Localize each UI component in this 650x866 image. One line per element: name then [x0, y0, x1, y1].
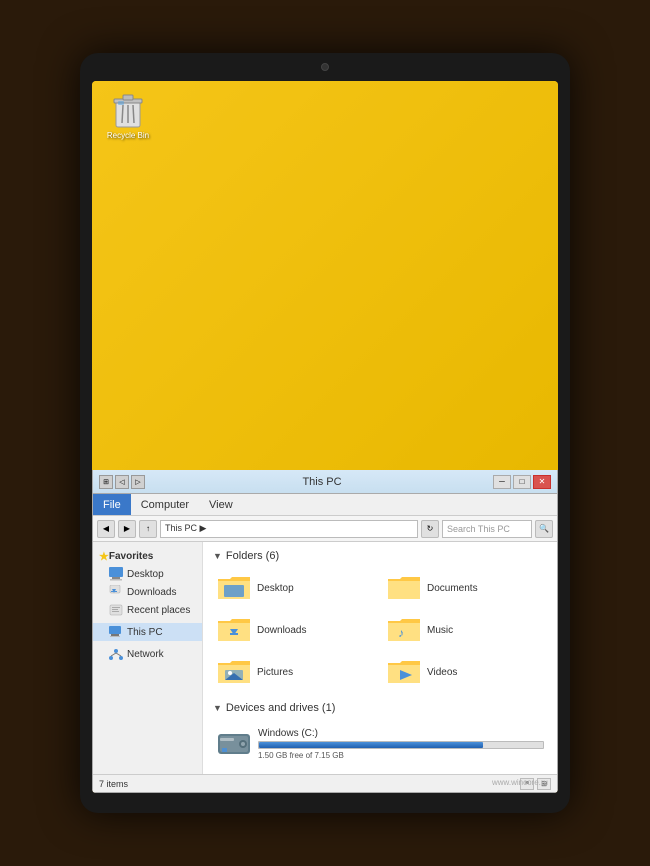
address-bar[interactable]: This PC ▶ — [160, 520, 418, 538]
address-text: This PC ▶ — [165, 523, 206, 534]
this-pc-label: This PC — [127, 627, 163, 638]
back-nav-button[interactable]: ◀ — [97, 520, 115, 538]
desktop-icon — [109, 567, 123, 581]
sidebar-item-network[interactable]: Network — [93, 645, 202, 663]
sidebar-item-desktop[interactable]: Desktop — [93, 565, 202, 583]
folder-music-label: Music — [427, 625, 453, 636]
menu-bar: File Computer View — [93, 494, 557, 516]
forward-icon[interactable]: ▷ — [131, 475, 145, 489]
star-icon: ★ — [99, 550, 109, 563]
network-label: Network — [127, 649, 164, 660]
file-menu[interactable]: File — [93, 494, 131, 515]
folder-documents[interactable]: Documents — [383, 570, 547, 606]
network-icon — [109, 647, 123, 661]
desktop-label: Desktop — [127, 569, 164, 580]
this-pc-section: This PC — [93, 623, 202, 641]
folder-desktop[interactable]: Desktop — [213, 570, 377, 606]
folders-grid: Desktop Documents — [213, 570, 547, 690]
computer-menu[interactable]: Computer — [131, 494, 199, 515]
folder-downloads-icon — [216, 615, 252, 645]
items-count: 7 items — [99, 779, 128, 789]
tablet-screen: Recycle Bin ⊞ ◁ ▷ This PC ─ □ ✕ — [92, 81, 558, 793]
favorites-label: Favorites — [109, 551, 153, 562]
recycle-bin-label: Recycle Bin — [107, 131, 149, 141]
folder-pictures[interactable]: Pictures — [213, 654, 377, 690]
folder-music-icon: ♪ — [386, 615, 422, 645]
up-nav-button[interactable]: ↑ — [139, 520, 157, 538]
explorer-window: ⊞ ◁ ▷ This PC ─ □ ✕ File Computer View — [92, 470, 558, 793]
folder-downloads[interactable]: Downloads — [213, 612, 377, 648]
downloads-icon — [109, 585, 123, 599]
folder-pictures-label: Pictures — [257, 667, 293, 678]
close-button[interactable]: ✕ — [533, 475, 551, 489]
back-icon[interactable]: ◁ — [115, 475, 129, 489]
folder-videos-icon — [386, 657, 422, 687]
this-pc-icon — [109, 625, 123, 639]
recent-icon — [109, 603, 123, 617]
search-bar[interactable]: Search This PC — [442, 520, 532, 538]
refresh-button[interactable]: ↻ — [421, 520, 439, 538]
recycle-bin[interactable]: Recycle Bin — [104, 93, 152, 141]
folder-documents-label: Documents — [427, 583, 478, 594]
window-title: This PC — [151, 476, 493, 488]
drive-windows-c[interactable]: Windows (C:) 1.50 GB free of 7.15 GB — [213, 722, 547, 766]
title-bar-icons: ⊞ ◁ ▷ — [99, 475, 145, 489]
search-icon[interactable]: 🔍 — [535, 520, 553, 538]
sidebar-item-downloads[interactable]: Downloads — [93, 583, 202, 601]
minimize-button[interactable]: ─ — [493, 475, 511, 489]
drives-arrow-icon: ▼ — [213, 703, 222, 713]
maximize-button[interactable]: □ — [513, 475, 531, 489]
recycle-bin-icon — [112, 93, 144, 129]
svg-text:♪: ♪ — [398, 626, 404, 640]
main-content: ★ Favorites Desktop — [93, 542, 557, 774]
folders-section-header: ▼ Folders (6) — [213, 550, 547, 562]
drive-bar-fill — [259, 742, 483, 748]
folder-videos-label: Videos — [427, 667, 457, 678]
status-bar: 7 items ≡ ⊞ — [93, 774, 557, 792]
watermark: www.wincore.ru — [492, 778, 548, 787]
downloads-label: Downloads — [127, 587, 176, 598]
desktop-area: Recycle Bin — [92, 81, 558, 470]
drives-section-label: Devices and drives (1) — [226, 702, 335, 714]
drive-c-icon — [216, 726, 252, 762]
sidebar-item-thispc[interactable]: This PC — [93, 623, 202, 641]
window-controls: ─ □ ✕ — [493, 475, 551, 489]
folder-downloads-label: Downloads — [257, 625, 306, 636]
toolbar: ◀ ▶ ↑ This PC ▶ ↻ Search This PC 🔍 — [93, 516, 557, 542]
folders-section-label: Folders (6) — [226, 550, 279, 562]
drive-space-label: 1.50 GB free of 7.15 GB — [258, 751, 544, 760]
folder-pictures-icon — [216, 657, 252, 687]
drives-section-header: ▼ Devices and drives (1) — [213, 702, 547, 714]
folder-videos[interactable]: Videos — [383, 654, 547, 690]
folder-documents-icon — [386, 573, 422, 603]
forward-nav-button[interactable]: ▶ — [118, 520, 136, 538]
folder-desktop-label: Desktop — [257, 583, 294, 594]
content-pane: ▼ Folders (6) — [203, 542, 557, 774]
search-placeholder: Search This PC — [447, 524, 510, 534]
sidebar: ★ Favorites Desktop — [93, 542, 203, 774]
view-menu[interactable]: View — [199, 494, 243, 515]
drive-name: Windows (C:) — [258, 728, 544, 739]
folder-music[interactable]: ♪ Music — [383, 612, 547, 648]
drive-bar-bg — [258, 741, 544, 749]
favorites-header[interactable]: ★ Favorites — [93, 548, 202, 565]
tablet-frame: Recycle Bin ⊞ ◁ ▷ This PC ─ □ ✕ — [80, 53, 570, 813]
folders-arrow-icon: ▼ — [213, 551, 222, 561]
favorites-section: ★ Favorites Desktop — [93, 548, 202, 619]
title-bar: ⊞ ◁ ▷ This PC ─ □ ✕ — [93, 470, 557, 494]
sidebar-item-recent[interactable]: Recent places — [93, 601, 202, 619]
recent-label: Recent places — [127, 605, 190, 616]
network-section: Network — [93, 645, 202, 663]
drive-info: Windows (C:) 1.50 GB free of 7.15 GB — [258, 728, 544, 760]
camera-dot — [321, 63, 329, 71]
quick-access-icon[interactable]: ⊞ — [99, 475, 113, 489]
drives-section: ▼ Devices and drives (1) — [213, 702, 547, 766]
folder-desktop-icon — [216, 573, 252, 603]
